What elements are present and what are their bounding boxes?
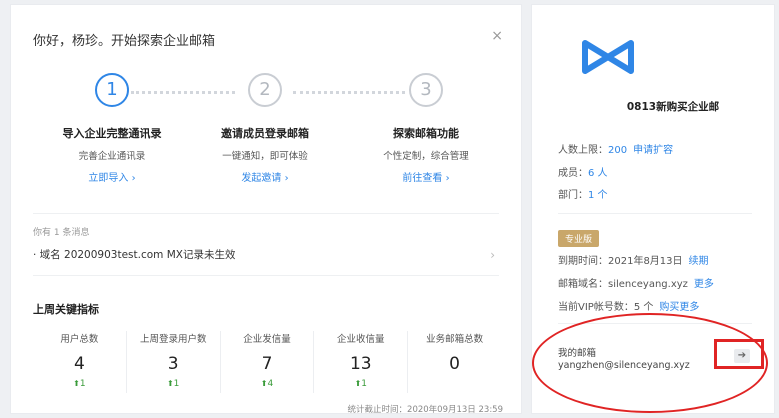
renew-link[interactable]: 续期 — [689, 256, 709, 267]
my-mailbox-address: yangzhen@silenceyang.xyz — [558, 360, 690, 371]
company-logo-icon — [582, 40, 634, 74]
section-divider — [558, 323, 752, 324]
kpi-label: 企业发信量 — [243, 334, 291, 345]
quota-value: 200 — [608, 145, 628, 156]
greeting-title: 你好，杨珍。开始探索企业邮箱 — [33, 34, 216, 49]
step-title: 探索邮箱功能 — [393, 127, 459, 140]
section-divider — [558, 213, 752, 214]
message-count: 你有 1 条消息 — [33, 228, 90, 238]
mail-domain: 邮箱域名：silenceyang.xyz 更多 — [558, 279, 714, 290]
my-mailbox-label: 我的邮箱 — [558, 348, 597, 359]
section-divider — [33, 275, 499, 276]
send-invite-link[interactable]: 发起邀请 › — [241, 169, 288, 184]
vip-accounts: 当前VIP帐号数：5 个购买更多 — [558, 302, 700, 313]
enter-mailbox-arrow-icon[interactable]: ➔ — [734, 349, 750, 363]
step-number: 1 — [95, 73, 129, 107]
kpi-title: 上周关键指标 — [33, 303, 99, 316]
kpi-value: 0 — [449, 354, 460, 374]
kpi-value: 4 — [73, 354, 85, 374]
member-quota: 人数上限：200 申请扩容 — [558, 145, 674, 156]
step-title: 导入企业完整通讯录 — [62, 127, 162, 140]
message-text: · 域名 20200903test.com MX记录未生效 — [33, 249, 236, 261]
kpi-change: ⬆1 — [166, 379, 180, 389]
step-desc: 一键通知，即可体验 — [222, 151, 308, 162]
department-count: 部门：1 个 — [558, 190, 608, 201]
edition-badge: 专业版 — [558, 230, 600, 247]
step-import: 1 导入企业完整通讯录 完善企业通讯录 立即导入 › — [32, 73, 192, 184]
expire-date: 到期时间：2021年8月13日 续期 — [558, 256, 709, 267]
chevron-right-icon: › — [490, 248, 495, 262]
message-item[interactable]: · 域名 20200903test.com MX记录未生效 › — [33, 243, 499, 267]
section-divider — [33, 213, 499, 214]
more-domains-link[interactable]: 更多 — [694, 279, 714, 290]
view-features-link[interactable]: 前往查看 › — [402, 169, 449, 184]
kpi-label: 企业收信量 — [337, 334, 385, 345]
kpi-label: 上周登录用户数 — [139, 334, 207, 345]
kpi-label: 用户总数 — [60, 334, 99, 345]
buy-more-link[interactable]: 购买更多 — [659, 302, 699, 313]
apply-expand-link[interactable]: 申请扩容 — [633, 145, 673, 156]
kpi-change: ⬆1 — [354, 379, 367, 389]
step-number: 2 — [248, 73, 282, 107]
kpi-value: 3 — [167, 354, 179, 374]
member-count: 成员：6 人 — [558, 168, 608, 179]
company-name: 0813新购买企业邮 — [626, 101, 720, 113]
step-invite: 2 邀请成员登录邮箱 一键通知，即可体验 发起邀请 › — [185, 73, 345, 184]
step-number: 3 — [409, 73, 443, 107]
kpi-business-mailboxes: 业务邮箱总数 0 — [408, 331, 501, 393]
close-icon[interactable]: × — [491, 28, 503, 44]
step-title: 邀请成员登录邮箱 — [221, 127, 309, 140]
import-now-link[interactable]: 立即导入 › — [88, 169, 135, 184]
kpi-received-mail: 企业收信量 13 ⬆1 — [314, 331, 409, 393]
company-info-panel: 0813新购买企业邮 人数上限：200 申请扩容 成员：6 人 部门：1 个 专业… — [531, 4, 775, 414]
kpi-sent-mail: 企业发信量 7 ⬆4 — [221, 331, 315, 393]
step-desc: 完善企业通讯录 — [78, 151, 146, 162]
kpi-label: 业务邮箱总数 — [426, 334, 484, 345]
kpi-total-users: 用户总数 4 ⬆1 — [33, 331, 127, 393]
step-explore: 3 探索邮箱功能 个性定制，综合管理 前往查看 › — [346, 73, 506, 184]
kpi-value: 7 — [261, 354, 273, 374]
step-desc: 个性定制，综合管理 — [383, 151, 469, 162]
kpi-login-users: 上周登录用户数 3 ⬆1 — [127, 331, 221, 393]
members-link[interactable]: 6 人 — [588, 168, 608, 179]
stats-timestamp: 统计截止时间：2020年09月13日 23:59 — [347, 405, 503, 415]
kpi-change: ⬆4 — [260, 379, 274, 389]
arrow-up-icon: ⬆ — [166, 379, 174, 388]
kpi-grid: 用户总数 4 ⬆1 上周登录用户数 3 ⬆1 企业发信量 7 ⬆4 企业收信量 … — [33, 331, 501, 393]
arrow-up-icon: ⬆ — [73, 379, 80, 388]
kpi-value: 13 — [349, 354, 372, 374]
welcome-card: 你好，杨珍。开始探索企业邮箱 × 1 导入企业完整通讯录 完善企业通讯录 立即导… — [10, 4, 522, 415]
kpi-change: ⬆1 — [73, 379, 86, 389]
departments-link[interactable]: 1 个 — [588, 190, 608, 201]
